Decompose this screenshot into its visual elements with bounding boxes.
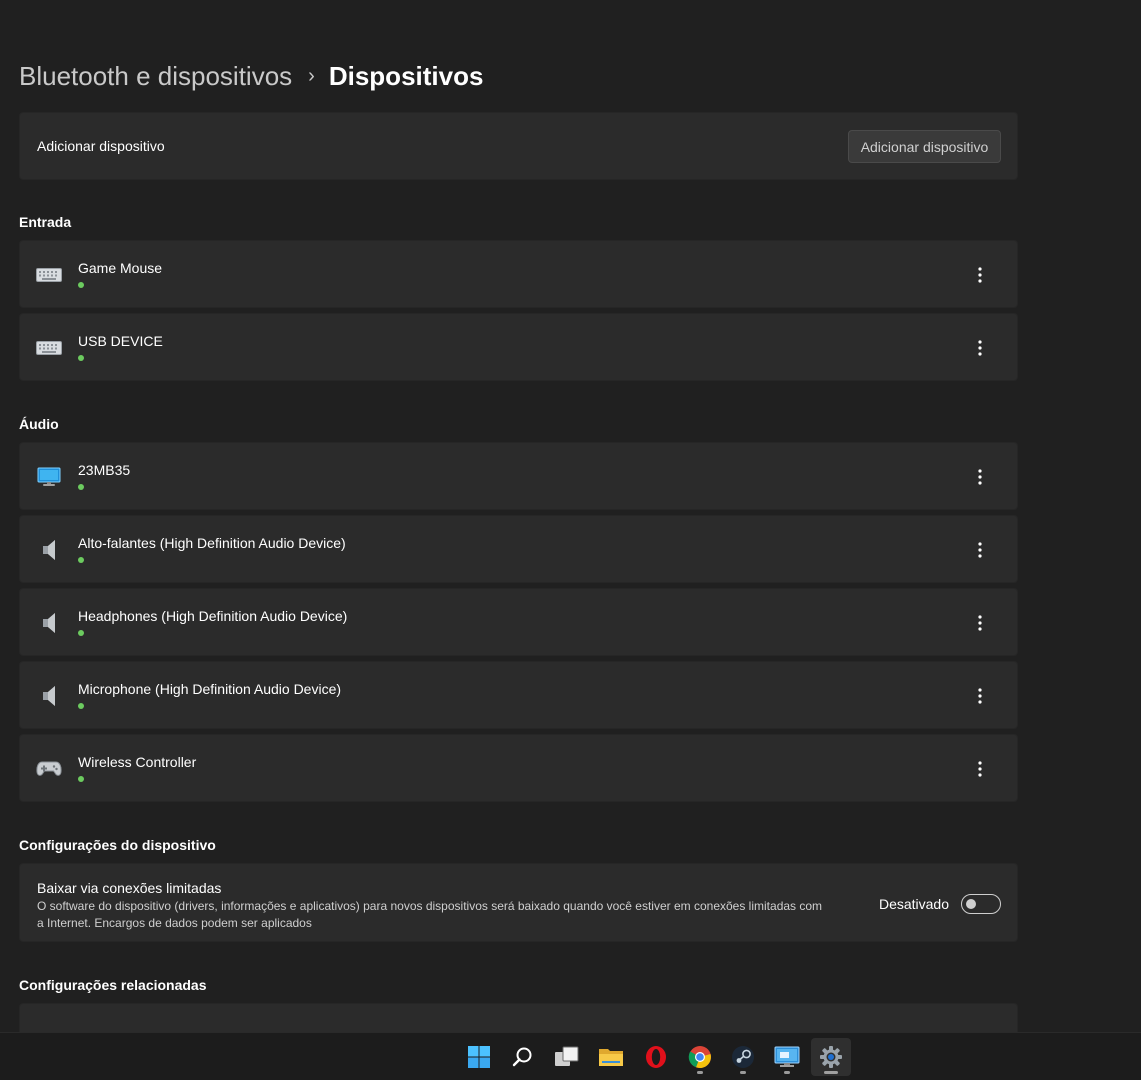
opera-icon <box>646 1046 666 1068</box>
device-name: Wireless Controller <box>78 754 197 770</box>
section-title-related-settings: Configurações relacionadas <box>19 977 207 993</box>
taskbar <box>0 1032 1141 1080</box>
more-options-button[interactable] <box>965 682 995 710</box>
setting-title: Baixar via conexões limitadas <box>37 880 222 896</box>
more-vertical-icon <box>978 688 982 704</box>
device-row[interactable]: USB DEVICE <box>19 313 1018 381</box>
speaker-icon <box>36 684 62 708</box>
opera-button[interactable] <box>636 1038 676 1076</box>
device-name: Microphone (High Definition Audio Device… <box>78 681 342 697</box>
metered-download-setting: Baixar via conexões limitadas O software… <box>19 863 1018 942</box>
device-row[interactable]: Headphones (High Definition Audio Device… <box>19 588 1018 656</box>
running-indicator <box>697 1071 703 1074</box>
gamepad-icon <box>36 757 62 781</box>
add-device-label: Adicionar dispositivo <box>37 138 165 154</box>
more-vertical-icon <box>978 469 982 485</box>
status-connected-dot <box>78 776 84 782</box>
more-options-button[interactable] <box>965 755 995 783</box>
device-row[interactable]: Microphone (High Definition Audio Device… <box>19 661 1018 729</box>
more-options-button[interactable] <box>965 334 995 362</box>
more-vertical-icon <box>978 761 982 777</box>
settings-button[interactable] <box>811 1038 851 1076</box>
remote-desktop-icon <box>774 1046 800 1067</box>
chrome-button[interactable] <box>680 1038 720 1076</box>
more-options-button[interactable] <box>965 463 995 491</box>
add-device-button[interactable]: Adicionar dispositivo <box>848 130 1001 163</box>
section-title-device-settings: Configurações do dispositivo <box>19 837 216 853</box>
device-row[interactable]: Wireless Controller <box>19 734 1018 802</box>
device-name: USB DEVICE <box>78 333 163 349</box>
status-connected-dot <box>78 630 84 636</box>
speaker-icon <box>36 611 62 635</box>
device-name: Headphones (High Definition Audio Device… <box>78 608 348 624</box>
device-name: 23MB35 <box>78 462 131 478</box>
add-device-card: Adicionar dispositivo Adicionar disposit… <box>19 112 1018 180</box>
status-connected-dot <box>78 484 84 490</box>
settings-icon <box>820 1046 842 1068</box>
monitor-icon <box>36 465 62 489</box>
file-explorer-button[interactable] <box>591 1038 631 1076</box>
file-explorer-icon <box>599 1049 623 1066</box>
steam-button[interactable] <box>723 1038 763 1076</box>
device-row[interactable]: Alto-falantes (High Definition Audio Dev… <box>19 515 1018 583</box>
keyboard-icon <box>36 263 62 287</box>
device-row[interactable]: 23MB35 <box>19 442 1018 510</box>
breadcrumb: Bluetooth e dispositivos › Dispositivos <box>19 58 483 94</box>
more-vertical-icon <box>978 615 982 631</box>
chrome-icon <box>688 1046 711 1069</box>
more-options-button[interactable] <box>965 261 995 289</box>
more-vertical-icon <box>978 267 982 283</box>
breadcrumb-parent-link[interactable]: Bluetooth e dispositivos <box>19 61 292 92</box>
more-options-button[interactable] <box>965 536 995 564</box>
device-name: Game Mouse <box>78 260 163 276</box>
status-connected-dot <box>78 557 84 563</box>
toggle-knob <box>966 899 976 909</box>
status-connected-dot <box>78 282 84 288</box>
setting-description: O software do dispositivo (drivers, info… <box>37 899 823 930</box>
more-vertical-icon <box>978 340 982 356</box>
device-row[interactable]: Game Mouse <box>19 240 1018 308</box>
more-vertical-icon <box>978 542 982 558</box>
section-title-audio: Áudio <box>19 416 59 432</box>
keyboard-icon <box>36 336 62 360</box>
more-options-button[interactable] <box>965 609 995 637</box>
device-name: Alto-falantes (High Definition Audio Dev… <box>78 535 346 551</box>
steam-icon <box>732 1046 754 1068</box>
chevron-right-icon: › <box>308 64 315 87</box>
task-view-icon <box>555 1046 579 1066</box>
running-indicator <box>784 1071 790 1074</box>
running-indicator <box>824 1071 838 1074</box>
toggle-state-label: Desativado <box>878 896 949 912</box>
page-title: Dispositivos <box>328 60 484 91</box>
status-connected-dot <box>78 355 84 361</box>
metered-download-toggle[interactable] <box>961 894 1001 914</box>
speaker-icon <box>36 538 62 562</box>
section-title-input: Entrada <box>19 214 72 230</box>
status-connected-dot <box>78 703 84 709</box>
search-button[interactable] <box>503 1038 543 1076</box>
start-button[interactable] <box>459 1038 499 1076</box>
task-view-button[interactable] <box>547 1038 587 1076</box>
running-indicator <box>740 1071 746 1074</box>
windows-start-icon <box>468 1046 490 1068</box>
remote-desktop-button[interactable] <box>767 1038 807 1076</box>
search-icon <box>512 1047 532 1067</box>
